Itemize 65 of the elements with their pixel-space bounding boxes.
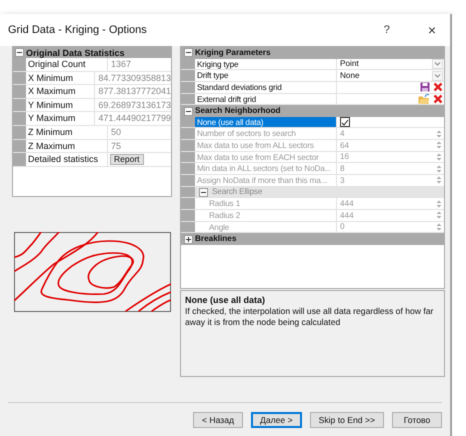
group-label: Search Ellipse [212,186,262,198]
dropdown-button[interactable] [432,70,443,81]
property-label[interactable]: External drift grid [195,94,337,104]
property-value: 471.44490217799 [97,112,171,125]
open-button[interactable] [418,94,430,104]
property-value: 877.38137772041 [97,85,171,98]
collapse-icon[interactable] [184,48,192,58]
property-label: Y Maximum [26,112,96,125]
property-label: X Maximum [26,85,96,98]
delete-button[interactable] [433,94,443,104]
property-value: 64 [340,140,350,152]
wizard-button[interactable]: Далее > [251,412,302,428]
property-value: 3 [340,174,346,186]
collapse-icon[interactable] [199,188,208,196]
property-label[interactable]: Standard deviations grid [195,82,337,93]
spin-button[interactable] [435,210,443,220]
wizard-button[interactable]: Skip to End >> [310,412,384,428]
spin-button[interactable] [435,198,443,209]
property-value: Point [340,58,360,70]
section-header[interactable]: Breaklines [195,233,236,245]
wizard-button[interactable]: Готово [392,412,442,428]
spin-button[interactable] [435,140,443,150]
property-label[interactable]: None (use all data) [195,116,337,128]
spin-button[interactable] [435,152,443,162]
property-value: None [340,70,361,82]
wizard-button[interactable]: < Назад [192,412,244,428]
property-value: 444 [340,198,355,210]
spin-button[interactable] [435,128,443,139]
window-title: Grid Data - Kriging - Options [8,24,148,36]
spin-button[interactable] [435,164,443,174]
collapse-icon[interactable] [184,106,192,116]
property-value: 8 [340,162,346,175]
property-value: 69.268973136173 [97,98,171,112]
delete-icon [433,82,443,92]
collapse-icon[interactable] [15,48,24,57]
expand-icon[interactable] [184,234,192,244]
property-label[interactable]: Kriging type [195,58,337,70]
spin-button[interactable] [435,175,443,186]
description-title: None (use all data) [185,295,266,305]
save-button[interactable] [420,82,430,92]
help-button[interactable]: ? [384,24,390,36]
property-label: Z Maximum [26,140,108,152]
close-button[interactable]: × [424,22,440,38]
spin-button[interactable] [435,222,443,232]
report-button[interactable]: Report [110,154,144,166]
property-label: Z Minimum [26,126,108,139]
property-value: 4 [340,128,346,140]
property-value: 50 [110,126,122,139]
delete-icon [433,94,443,104]
delete-button[interactable] [433,82,443,92]
property-value: 0 [340,221,346,233]
property-label[interactable]: Drift type [195,70,337,81]
property-label: Detailed statistics [26,153,108,166]
folder-icon [418,94,430,104]
property-value: 444 [340,210,355,222]
property-value: 84.773309358813 [97,72,171,84]
property-label: X Minimum [26,72,96,84]
property-label: Y Minimum [26,98,96,112]
checkbox[interactable] [340,117,350,128]
property-value: 75 [110,140,122,152]
property-value: 16 [340,151,350,163]
property-label: Original Count [26,58,108,71]
property-value: 1367 [110,58,132,71]
dropdown-button[interactable] [432,58,443,69]
description-text: If checked, the interpolation will use all data regardless of how far away it is from the node being calculated [185,306,434,328]
